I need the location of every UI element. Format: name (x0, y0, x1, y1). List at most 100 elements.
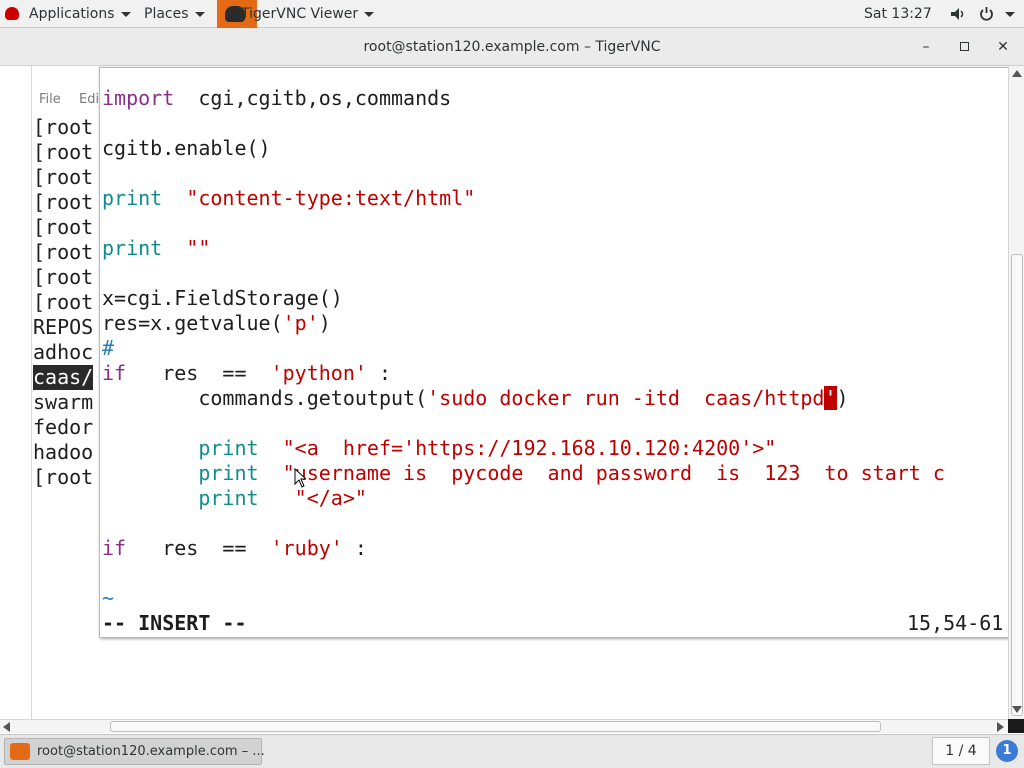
code-text: : (342, 536, 367, 560)
keyword: if (102, 361, 127, 385)
top-panel: Applications Places TigerVNC Viewer Sat … (0, 0, 1024, 28)
terminal-line: [root (33, 265, 94, 289)
chevron-down-icon[interactable] (1005, 12, 1015, 17)
close-button[interactable]: ✕ (993, 37, 1013, 57)
divider (31, 66, 32, 719)
code-text: cgitb.enable() (102, 136, 271, 160)
string-literal: "<a href='https://192.168.10.120:4200'>" (282, 436, 777, 460)
code-text: res == (126, 536, 271, 560)
keyword: print (198, 486, 259, 510)
scroll-left-icon[interactable] (3, 722, 10, 732)
bottom-panel: root@station120.example.com – ... 1 / 4 … (0, 734, 1024, 768)
taskbar-window-button[interactable]: root@station120.example.com – ... (4, 738, 265, 765)
horizontal-scrollbar[interactable] (0, 719, 1008, 733)
notification-badge[interactable]: 1 (996, 740, 1018, 762)
string-literal: 'sudo docker run -itd caas/httpd (427, 386, 825, 410)
maximize-icon (959, 42, 969, 51)
clock[interactable]: Sat 13:27 (864, 0, 932, 28)
scroll-up-icon[interactable] (1012, 70, 1022, 77)
taskbar-window-label: root@station120.example.com – ... (37, 744, 265, 759)
tilde: ~ (102, 586, 115, 610)
code-text: : (366, 361, 392, 385)
terminal-line: [root (33, 115, 94, 139)
terminal-menu-file[interactable]: File (39, 92, 61, 107)
keyword: if (102, 536, 127, 560)
string-literal: 'python' (270, 361, 367, 385)
terminal-line: [root (33, 190, 94, 214)
places-menu[interactable]: Places (144, 0, 205, 28)
vertical-scrollbar[interactable] (1008, 66, 1024, 719)
app-menu-label: TigerVNC Viewer (241, 6, 359, 22)
volume-icon[interactable] (950, 7, 966, 21)
horizontal-scroll-thumb[interactable] (110, 721, 881, 732)
terminal-line: fedor (33, 415, 94, 439)
window-titlebar[interactable]: root@station120.example.com – TigerVNC –… (0, 28, 1024, 66)
code-text: commands.getoutput( (102, 386, 428, 410)
keyword: print (198, 461, 259, 485)
code-line: if res == 'python' : (102, 361, 391, 386)
terminal-line: [root (33, 240, 94, 264)
code-text: ) (318, 311, 331, 335)
text-cursor: ' (824, 386, 837, 410)
scroll-right-icon[interactable] (997, 722, 1004, 732)
workspace-indicator[interactable]: 1 / 4 (932, 737, 990, 765)
keyword: print (102, 236, 163, 260)
terminal-line: [root (33, 290, 94, 314)
code-line: if res == 'ruby' : (102, 536, 367, 561)
terminal-line-selected: caas/ (33, 365, 94, 390)
terminal-line: REPOS (33, 315, 94, 339)
code-line: # (102, 336, 114, 361)
code-line: print "<a href='https://192.168.10.120:4… (102, 436, 776, 461)
keyword: import (102, 86, 175, 110)
terminal-line: hadoo (33, 440, 94, 464)
code-line: print "" (102, 236, 210, 261)
vertical-scroll-thumb[interactable] (1011, 254, 1023, 716)
tigervnc-icon (10, 743, 30, 760)
code-line: res=x.getvalue('p') (102, 311, 331, 336)
string-literal: "" (186, 236, 211, 260)
keyword: print (102, 186, 163, 210)
terminal-menu-edit[interactable]: Edi (79, 92, 99, 107)
app-menu[interactable]: TigerVNC Viewer (241, 0, 375, 28)
code-text: cgi,cgitb,os,commands (174, 86, 452, 110)
string-literal: "</a>" (294, 486, 367, 510)
code-line: import cgi,cgitb,os,commands (102, 86, 451, 111)
vim-mode-indicator: -- INSERT -- (102, 611, 247, 635)
code-line: print "</a>" (102, 486, 367, 511)
applications-label: Applications (29, 6, 115, 22)
applications-menu[interactable]: Applications (29, 0, 131, 28)
cursor-position: 15,54-61 (907, 611, 1004, 635)
comment: # (102, 336, 115, 360)
code-line: print "username is pycode and password i… (102, 461, 945, 486)
code-line: cgitb.enable() (102, 136, 271, 161)
mouse-pointer-icon (294, 468, 306, 488)
string-literal: "content-type:text/html" (186, 186, 476, 210)
window-title: root@station120.example.com – TigerVNC (363, 39, 661, 55)
string-literal: 'p' (282, 311, 319, 335)
terminal-line: [root (33, 140, 94, 164)
maximize-button[interactable] (954, 37, 974, 57)
chevron-down-icon (120, 11, 131, 17)
string-literal: 'ruby' (270, 536, 343, 560)
scroll-down-icon[interactable] (1012, 706, 1022, 713)
code-text: x=cgi.FieldStorage() (102, 286, 343, 310)
vim-editor[interactable]: import cgi,cgitb,os,commands cgitb.enabl… (99, 67, 1012, 638)
code-text: res=x.getvalue( (102, 311, 283, 335)
minimize-button[interactable]: – (916, 37, 936, 57)
terminal-line: adhoc (33, 340, 94, 364)
code-text: ) (836, 386, 849, 410)
terminal-line: [root (33, 165, 94, 189)
chevron-down-icon (364, 11, 375, 17)
terminal-line: swarm (33, 390, 94, 414)
scrollbar-corner (1008, 719, 1024, 733)
power-icon[interactable] (979, 6, 994, 21)
code-line: x=cgi.FieldStorage() (102, 286, 343, 311)
